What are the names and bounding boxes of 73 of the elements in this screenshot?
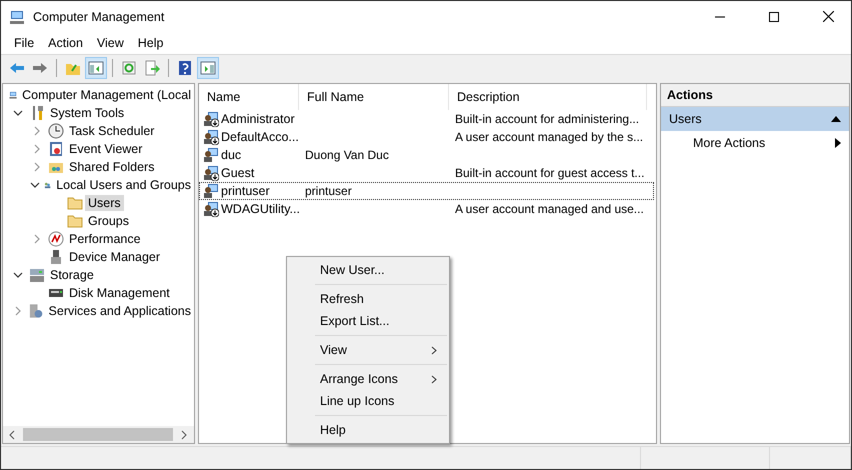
tree-item[interactable]: Performance <box>66 231 144 247</box>
close-icon <box>822 11 834 22</box>
scroll-right-icon[interactable] <box>179 430 189 440</box>
tree-item[interactable]: Computer Management (Local <box>19 87 194 103</box>
folder-icon <box>67 213 83 229</box>
tree-item[interactable]: Disk Management <box>66 285 173 301</box>
clock-icon <box>48 123 64 139</box>
action-item[interactable]: More Actions <box>661 131 849 155</box>
full-name: Duong Van Duc <box>304 148 389 162</box>
disabled-user-icon <box>203 111 219 127</box>
column-header[interactable]: Full Name <box>299 84 449 110</box>
full-name: printuser <box>304 184 352 198</box>
tree-item[interactable]: Groups <box>85 213 132 229</box>
description: A user account managed by the s... <box>454 130 644 144</box>
tree-item[interactable]: Task Scheduler <box>66 123 158 139</box>
menu-item[interactable]: New User... <box>287 259 449 281</box>
performance-icon <box>48 231 64 247</box>
disabled-user-icon <box>203 201 219 217</box>
description: A user account managed and use... <box>454 202 644 216</box>
console-tree-button[interactable] <box>85 57 107 79</box>
column-header[interactable]: Description <box>449 84 647 110</box>
computer-icon <box>9 8 25 24</box>
action-pane-button[interactable] <box>197 57 219 79</box>
menu-item[interactable]: Arrange Icons <box>287 368 449 390</box>
chevron-down-icon <box>30 180 40 190</box>
back-arrow-icon <box>9 60 25 76</box>
console-tree-icon <box>88 60 104 76</box>
menu-item[interactable]: View <box>287 339 449 361</box>
export-list-icon <box>144 60 160 76</box>
menu-item[interactable]: Action <box>41 36 90 50</box>
description: Built-in account for administering... <box>454 112 640 126</box>
actions-section[interactable]: Users <box>661 107 849 131</box>
chevron-right-icon <box>32 234 42 244</box>
refresh-icon <box>121 60 137 76</box>
user-icon <box>203 147 219 163</box>
scrollbar-thumb[interactable] <box>23 428 173 441</box>
folder-icon <box>67 195 83 211</box>
storage-icon <box>29 267 45 283</box>
column-header[interactable]: Name <box>199 84 299 110</box>
device-icon <box>48 249 64 265</box>
tree-item[interactable]: Storage <box>47 267 97 283</box>
user-icon <box>203 183 219 199</box>
description: Built-in account for guest access t... <box>454 166 644 180</box>
help-icon <box>177 60 193 76</box>
scroll-left-icon[interactable] <box>7 430 17 440</box>
tree-item[interactable]: Local Users and Groups <box>53 177 194 193</box>
forward-arrow-icon <box>32 60 48 76</box>
window-title: Computer Management <box>33 10 166 24</box>
user-name[interactable]: duc <box>221 148 242 162</box>
tree-item[interactable]: Device Manager <box>66 249 164 265</box>
tree-item[interactable]: Services and Applications <box>46 303 194 319</box>
chevron-down-icon <box>13 270 23 280</box>
tree-item[interactable]: Users <box>85 195 124 211</box>
action-pane-icon <box>200 60 216 76</box>
event-log-icon <box>48 141 64 157</box>
tree-item[interactable]: Shared Folders <box>66 159 158 175</box>
user-name[interactable]: printuser <box>221 184 270 198</box>
disabled-user-icon <box>203 129 219 145</box>
menu-item[interactable]: Help <box>130 36 170 50</box>
tree-item[interactable]: Event Viewer <box>66 141 146 157</box>
menu-item[interactable]: Line up Icons <box>287 390 449 412</box>
menu-item[interactable]: View <box>90 36 131 50</box>
tree-item[interactable]: System Tools <box>47 105 128 121</box>
chevron-down-icon <box>13 108 23 118</box>
actions-title: Actions <box>661 84 849 107</box>
disabled-user-icon <box>203 165 219 181</box>
menu-item[interactable]: Export List... <box>287 310 449 332</box>
chevron-right-icon <box>12 306 23 316</box>
services-icon <box>28 303 44 319</box>
menu-item[interactable]: Refresh <box>287 288 449 310</box>
menu-item[interactable]: Help <box>287 419 449 441</box>
menu-item[interactable]: File <box>7 36 42 50</box>
maximize-icon <box>769 12 779 22</box>
